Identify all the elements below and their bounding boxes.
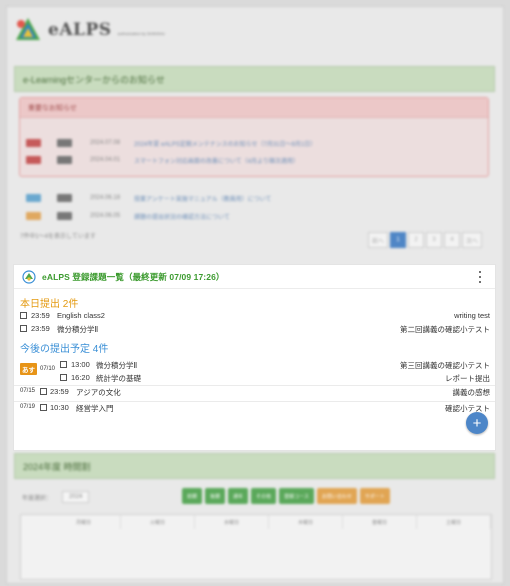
dialog-header: eALPS 登録課題一覧（最終更新 07/09 17:26） <box>14 265 495 289</box>
assignment-row[interactable]: 23:59 English class2 writing test <box>20 310 490 322</box>
category-tag <box>26 194 41 202</box>
category-tag <box>26 139 41 147</box>
day-header: 月曜日 <box>47 515 121 529</box>
assignment-checkbox[interactable] <box>60 374 67 381</box>
day-header: 火曜日 <box>121 515 195 529</box>
schedule-buttons: 前期 後期 通年 その他 登録コース お問い合わせ サポート <box>182 488 390 504</box>
news-link[interactable]: 授業アンケート実施マニュアル（教員用）について <box>134 194 271 203</box>
term-button[interactable]: 前期 <box>182 488 203 504</box>
pager-page-button[interactable]: 1 <box>390 232 407 248</box>
course-name: 経営学入門 <box>76 404 114 413</box>
category-tag <box>57 156 72 164</box>
pager-page-button[interactable]: 3 <box>426 232 443 248</box>
assignment-checkbox[interactable] <box>20 325 27 332</box>
assignment-row[interactable]: 16:20 統計学の基礎 レポート提出 <box>20 372 490 384</box>
support-button[interactable]: サポート <box>359 488 390 504</box>
assignment-title: 確認小テスト <box>445 404 490 413</box>
assignment-checkbox[interactable] <box>20 312 27 319</box>
due-time: 23:59 <box>50 387 69 396</box>
category-tag <box>57 139 72 147</box>
important-notice-title: 重要なお知らせ <box>20 98 488 118</box>
logo-subtitle: authorization by SHINSHU <box>117 30 165 36</box>
news-row[interactable]: 2024.04.01 スマートフォン対応画面の改善について（4月より順次適用） <box>26 154 299 166</box>
due-time: 23:59 <box>31 311 50 320</box>
timetable: 月曜日 火曜日 水曜日 木曜日 金曜日 土曜日 <box>20 514 492 580</box>
pager-page-button[interactable]: 4 <box>444 232 461 248</box>
due-time: 13:00 <box>71 360 90 369</box>
due-date: 07/15 <box>20 388 36 394</box>
assignment-list-dialog: eALPS 登録課題一覧（最終更新 07/09 17:26） 本日提出 2件 2… <box>14 265 495 450</box>
news-link[interactable]: 2024年夏 eALPS定期メンテナンスのお知らせ（7月31日〜8月1日） <box>134 139 316 148</box>
registered-course-button[interactable]: 登録コース <box>279 488 314 504</box>
due-time: 16:20 <box>71 373 90 382</box>
more-menu-icon[interactable] <box>475 270 485 284</box>
due-time: 10:30 <box>50 403 69 412</box>
news-row[interactable]: 2024.07.08 2024年夏 eALPS定期メンテナンスのお知らせ（7月3… <box>26 137 316 149</box>
day-header: 土曜日 <box>417 515 491 529</box>
ealps-assignment-icon <box>22 269 36 284</box>
news-pager: 前へ 1 2 3 4 次へ <box>368 232 483 248</box>
category-tag <box>26 156 41 164</box>
assignment-title: 講義の感想 <box>452 388 491 397</box>
pager-prev-button[interactable]: 前へ <box>368 232 389 248</box>
assignment-row[interactable]: 07/15 23:59 アジアの文化 講義の感想 <box>20 386 490 398</box>
course-name: 微分積分学Ⅱ <box>96 361 138 370</box>
assignment-checkbox[interactable] <box>40 404 47 411</box>
pager-next-button[interactable]: 次へ <box>462 232 483 248</box>
assignment-title: レポート提出 <box>445 374 490 383</box>
news-date: 2024.04.01 <box>90 157 121 163</box>
year-selector: 年度選択： 2024 <box>22 491 90 503</box>
assignment-row[interactable]: 23:59 微分積分学Ⅱ 第二回講義の確認小テスト <box>20 323 490 335</box>
dialog-title: eALPS 登録課題一覧（最終更新 07/09 17:26） <box>42 271 225 282</box>
category-tag <box>57 194 72 202</box>
assignment-row[interactable]: 13:00 微分積分学Ⅱ 第三回講義の確認小テスト <box>20 359 490 371</box>
news-date: 2024.06.05 <box>90 213 121 219</box>
assignment-title: 第三回講義の確認小テスト <box>400 361 490 370</box>
year-select[interactable]: 2024 <box>62 491 90 503</box>
add-assignment-button[interactable]: + <box>466 412 488 434</box>
day-header: 金曜日 <box>343 515 417 529</box>
assignment-title: 第二回講義の確認小テスト <box>400 325 490 334</box>
site-logo[interactable]: eALPS authorization by SHINSHU <box>14 14 165 46</box>
day-header: 木曜日 <box>269 515 343 529</box>
assignment-title: writing test <box>454 311 490 320</box>
news-row[interactable]: 2024.06.05 課題の提出状況の確認方法について <box>26 210 230 222</box>
news-link[interactable]: スマートフォン対応画面の改善について（4月より順次適用） <box>134 156 299 165</box>
assignment-checkbox[interactable] <box>60 361 67 368</box>
course-name: 統計学の基礎 <box>96 374 141 383</box>
due-time: 23:59 <box>31 324 50 333</box>
future-due-header: 今後の提出予定 4件 <box>20 344 109 355</box>
course-name: English class2 <box>57 311 105 320</box>
term-button[interactable]: その他 <box>251 488 277 504</box>
assignment-checkbox[interactable] <box>40 388 47 395</box>
course-name: アジアの文化 <box>76 388 121 397</box>
news-row[interactable]: 2024.06.18 授業アンケート実施マニュアル（教員用）について <box>26 192 271 204</box>
news-date: 2024.06.18 <box>90 195 121 201</box>
category-tag <box>57 212 72 220</box>
news-section-header: e-Learningセンターからのお知らせ <box>14 66 495 92</box>
news-count: 7件中1〜4を表示しています <box>20 233 96 240</box>
news-link[interactable]: 課題の提出状況の確認方法について <box>134 212 230 221</box>
schedule-section-header: 2024年度 時間割 <box>14 453 495 479</box>
logo-text: eALPS <box>48 20 112 40</box>
category-tag <box>26 212 41 220</box>
ealps-logo-icon <box>16 18 40 40</box>
term-button[interactable]: 通年 <box>228 488 249 504</box>
pager-page-button[interactable]: 2 <box>408 232 425 248</box>
year-label: 年度選択： <box>22 495 53 502</box>
term-button[interactable]: 後期 <box>205 488 226 504</box>
due-date: 07/19 <box>20 404 36 410</box>
news-date: 2024.07.08 <box>90 140 121 146</box>
assignment-row[interactable]: 07/19 10:30 経営学入門 確認小テスト <box>20 402 490 414</box>
today-due-header: 本日提出 2件 <box>20 299 79 310</box>
contact-button[interactable]: お問い合わせ <box>316 488 357 504</box>
course-name: 微分積分学Ⅱ <box>57 325 99 334</box>
day-header: 水曜日 <box>195 515 269 529</box>
